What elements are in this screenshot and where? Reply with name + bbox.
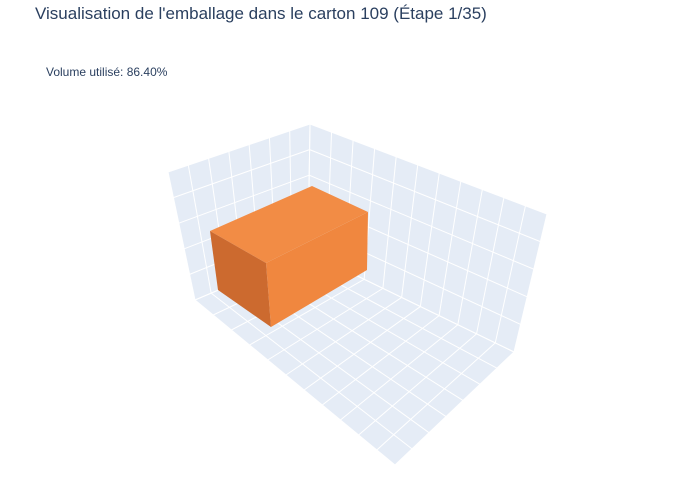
3d-scene[interactable] — [0, 0, 700, 500]
chart-page: Visualisation de l'emballage dans le car… — [0, 0, 700, 500]
